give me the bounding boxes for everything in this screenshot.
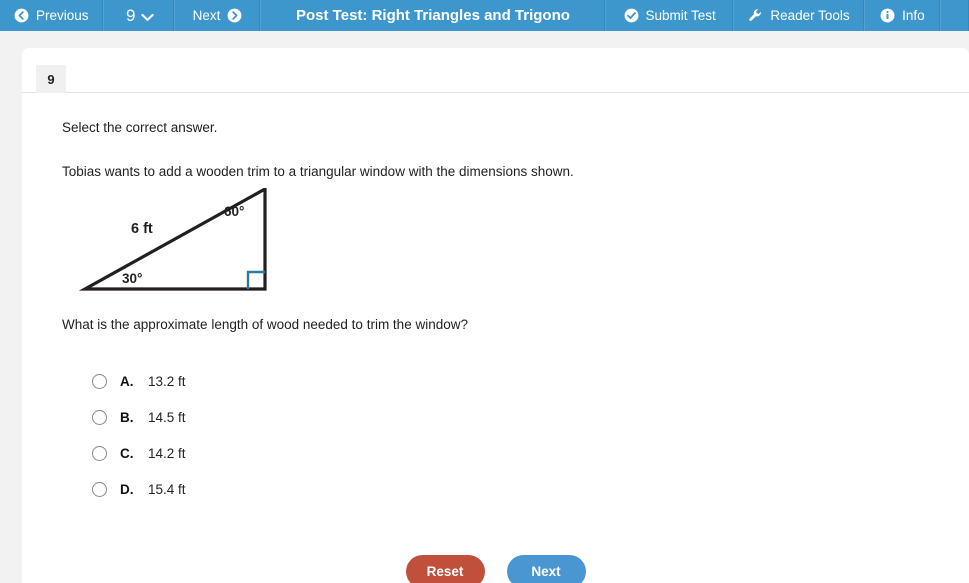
choice-text-b: 14.5 ft [148,409,186,425]
action-button-row: Reset Next [22,555,969,583]
info-label: Info [902,8,925,23]
previous-question-button[interactable]: Previous [0,0,104,31]
bottom-angle-label: 30° [122,271,142,286]
question-number-value: 9 [126,5,136,25]
answer-choice-list: A. 13.2 ft B. 14.5 ft C. 14.2 ft D. 15.4… [62,363,562,507]
radio-button-d[interactable] [92,481,107,497]
top-angle-label: 60° [224,204,244,219]
radio-button-c[interactable] [92,445,107,461]
hypotenuse-length-label: 6 ft [131,221,153,237]
question-prompt-text: What is the approximate length of wood n… [62,317,468,332]
choice-letter-c: C. [120,445,134,461]
submit-test-label: Submit Test [645,8,716,23]
wrench-icon [748,8,763,23]
info-circle-icon [880,8,895,23]
page-background: 9 Select the correct answer. Tobias want… [0,31,969,583]
next-nav-button-label: Next [192,8,221,23]
next-question-button[interactable]: Next [175,0,261,31]
question-tab-strip: 9 [22,48,969,93]
top-navigation-bar: Previous 9 Next Post Test: Right Triangl… [0,0,969,31]
right-angle-marker [246,270,265,289]
arrow-left-circle-icon [14,8,29,23]
choice-letter-d: D. [120,481,134,497]
answer-choice-a[interactable]: A. 13.2 ft [62,363,562,399]
reader-tools-button[interactable]: Reader Tools [734,0,865,31]
chevron-down-icon [140,13,154,21]
reader-tools-label: Reader Tools [770,8,850,23]
choice-letter-a: A. [120,373,134,389]
choice-letter-b: B. [120,409,134,425]
test-title: Post Test: Right Triangles and Trigono [261,0,606,31]
arrow-right-circle-icon [227,8,242,23]
test-title-text: Post Test: Right Triangles and Trigono [296,7,570,24]
instruction-text: Select the correct answer. [62,120,218,135]
answer-choice-c[interactable]: C. 14.2 ft [62,435,562,471]
choice-text-c: 14.2 ft [148,445,186,461]
overflow-nav-segment[interactable] [941,0,969,31]
answer-choice-d[interactable]: D. 15.4 ft [62,471,562,507]
question-content: Select the correct answer. Tobias wants … [22,93,969,583]
radio-button-a[interactable] [92,373,107,389]
choice-text-a: 13.2 ft [148,373,186,389]
next-button[interactable]: Next [506,555,586,583]
previous-button-label: Previous [36,8,89,23]
radio-button-b[interactable] [92,409,107,425]
question-number-dropdown[interactable]: 9 [104,0,175,31]
answer-choice-b[interactable]: B. 14.5 ft [62,399,562,435]
question-card: 9 Select the correct answer. Tobias want… [22,48,969,583]
question-number-tab[interactable]: 9 [36,65,66,93]
question-stem-text: Tobias wants to add a wooden trim to a t… [62,164,574,179]
question-number-tab-label: 9 [47,71,55,87]
check-circle-icon [624,8,639,23]
choice-text-d: 15.4 ft [148,481,186,497]
reset-button[interactable]: Reset [405,555,485,583]
info-button[interactable]: Info [865,0,941,31]
right-triangle-figure: 6 ft 60° 30° [58,188,288,308]
submit-test-button[interactable]: Submit Test [606,0,735,31]
